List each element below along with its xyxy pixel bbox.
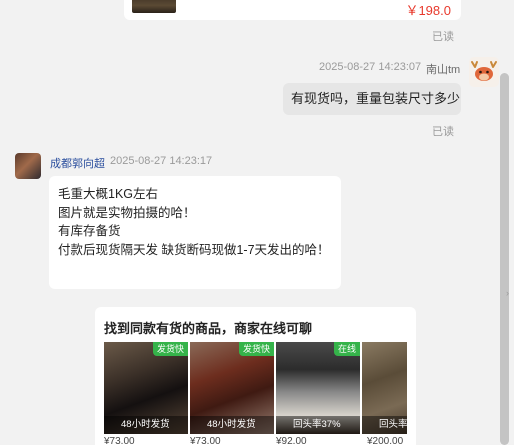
product-card-partial[interactable]: ￥198.0 (124, 0, 461, 20)
message-timestamp: 2025-08-27 14:23:17 (110, 155, 213, 167)
product-tag: 发货快 (238, 342, 274, 356)
product-price: ¥200.00 (367, 436, 404, 445)
read-status: 已读 (432, 31, 454, 43)
product-caption: 回头率 (362, 416, 407, 434)
cartoon-deer-avatar-icon[interactable] (469, 57, 499, 87)
product-item[interactable]: 发货快 48小时发货 (190, 342, 274, 434)
product-caption: 回头率37% (276, 416, 360, 434)
scrollbar-thumb[interactable] (500, 73, 509, 445)
message-timestamp: 2025-08-27 14:23:07 (319, 61, 422, 73)
similar-products-card[interactable]: 找到同款有货的商品，商家在线可聊 发货快 48小时发货 发货快 48小时发货 在… (95, 307, 416, 445)
product-thumbnail (132, 0, 176, 13)
product-price: ¥73.00 (190, 436, 221, 445)
merchant-avatar-icon[interactable] (15, 153, 41, 179)
read-status: 已读 (432, 126, 454, 138)
product-item[interactable]: 在线 回头率37% (276, 342, 360, 434)
message-line: 有库存备货 (58, 224, 121, 238)
product-item[interactable]: 发货快 48小时发货 (104, 342, 188, 434)
sender-name[interactable]: 成都郭向超 (50, 155, 105, 171)
similar-products-title: 找到同款有货的商品，商家在线可聊 (104, 321, 313, 336)
product-item[interactable]: 回头率 (362, 342, 407, 434)
message-line: 图片就是实物拍摄的哈！ (58, 205, 196, 220)
sender-name: 南山tm (426, 64, 461, 76)
message-line: 付款后现货隔天发 缺货断码现做1-7天发出的哈！ (58, 242, 330, 257)
outgoing-message-bubble: 有现货吗，重量包装尺寸多少 (283, 83, 461, 115)
message-line: 毛重大概1KG左右 (58, 187, 159, 201)
product-price: ￥198.0 (405, 3, 451, 18)
chevron-right-icon[interactable]: › (506, 287, 514, 299)
product-tag: 在线 (333, 342, 360, 356)
product-price: ¥73.00 (104, 436, 135, 445)
product-caption: 48小时发货 (190, 416, 274, 434)
product-caption: 48小时发货 (104, 416, 188, 434)
incoming-message-bubble: 毛重大概1KG左右 图片就是实物拍摄的哈！ 有库存备货 付款后现货隔天发 缺货断… (49, 176, 341, 289)
product-price: ¥92.00 (276, 436, 307, 445)
product-tag: 发货快 (152, 342, 188, 356)
